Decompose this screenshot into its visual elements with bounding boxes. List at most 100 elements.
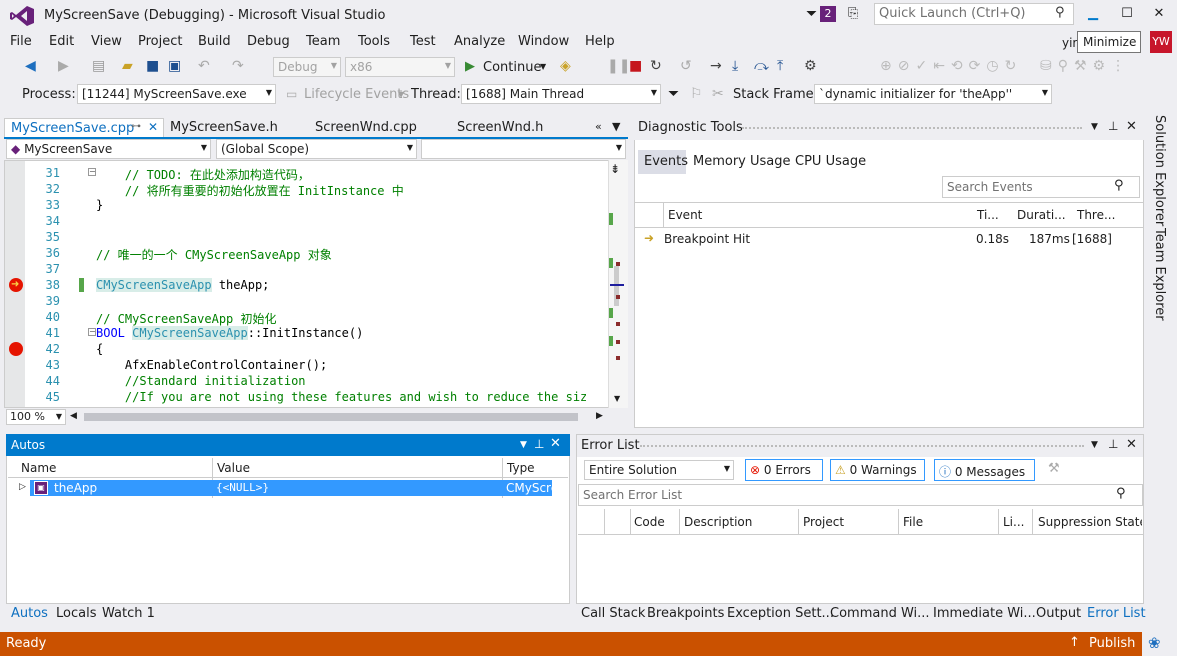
- horizontal-scrollbar[interactable]: [84, 413, 578, 421]
- code-line[interactable]: }: [96, 198, 103, 212]
- scroll-down-icon[interactable]: ▼: [614, 394, 620, 403]
- restart-icon[interactable]: ↻: [650, 58, 662, 74]
- continue-dropdown-icon[interactable]: ▼: [540, 62, 546, 71]
- column-value[interactable]: Value: [217, 461, 250, 475]
- scroll-right-icon[interactable]: ▶: [596, 411, 603, 421]
- thread-select[interactable]: [1688] Main Thread ▼: [461, 84, 661, 104]
- save-icon[interactable]: ■: [146, 58, 159, 74]
- search-icon[interactable]: ⚲: [1114, 178, 1124, 193]
- step-into-icon[interactable]: ⤓: [732, 58, 738, 74]
- menu-view[interactable]: View: [91, 34, 122, 49]
- code-line-current[interactable]: CMyScreenSaveApp theApp;: [96, 278, 269, 292]
- search-icon[interactable]: ⚲: [1055, 5, 1065, 20]
- minimize-button[interactable]: ▁: [1078, 2, 1108, 26]
- notification-badge[interactable]: 2: [820, 6, 836, 22]
- process-select[interactable]: [11244] MyScreenSave.exe ▼: [77, 84, 276, 104]
- tab-watch-1[interactable]: Watch 1: [102, 606, 155, 621]
- publish-button[interactable]: Publish: [1089, 636, 1135, 651]
- tab-memory-usage[interactable]: Memory Usage: [693, 154, 791, 169]
- apply-code-changes-icon[interactable]: ↺: [680, 58, 692, 74]
- column-file[interactable]: File: [903, 515, 923, 529]
- column-event[interactable]: Event: [668, 208, 702, 222]
- config-select[interactable]: Debug ▼: [273, 57, 341, 77]
- code-line[interactable]: AfxEnableControlContainer();: [96, 358, 327, 372]
- tab-screenwnd-cpp[interactable]: ScreenWnd.cpp: [309, 118, 423, 137]
- errors-filter-button[interactable]: ⊗ 0 Errors: [745, 459, 823, 481]
- tab-events[interactable]: Events: [644, 154, 688, 169]
- menu-team[interactable]: Team: [306, 34, 340, 49]
- close-icon[interactable]: ✕: [550, 436, 561, 451]
- tab-output[interactable]: Output: [1036, 606, 1081, 621]
- platform-select[interactable]: x86 ▼: [345, 57, 455, 77]
- menu-window[interactable]: Window: [518, 34, 569, 49]
- tab-exception-settings[interactable]: Exception Sett...: [727, 606, 834, 621]
- code-line[interactable]: // 将所有重要的初始化放置在 InitInstance 中: [96, 182, 404, 199]
- tab-locals[interactable]: Locals: [56, 606, 96, 621]
- avatar[interactable]: YW: [1150, 31, 1172, 53]
- flag-threads-icon[interactable]: ⚐: [690, 86, 703, 102]
- code-line[interactable]: BOOL CMyScreenSaveApp::InitInstance(): [96, 326, 363, 340]
- save-all-icon[interactable]: ▣: [168, 58, 181, 74]
- navigate-forward-icon[interactable]: ▶: [58, 58, 69, 74]
- column-suppression-state[interactable]: Suppression State: [1038, 515, 1142, 529]
- code-line[interactable]: //If you are not using these features an…: [96, 390, 586, 404]
- menu-project[interactable]: Project: [138, 34, 182, 49]
- column-name[interactable]: Name: [21, 461, 56, 475]
- table-row[interactable]: [30, 480, 552, 496]
- menu-debug[interactable]: Debug: [247, 34, 290, 49]
- attach-icon[interactable]: ◈: [560, 58, 571, 74]
- panel-dropdown-icon[interactable]: ▼: [1091, 440, 1098, 450]
- column-time[interactable]: Ti...: [977, 208, 999, 222]
- menu-file[interactable]: File: [10, 34, 32, 49]
- pin-icon[interactable]: ⊥: [534, 437, 544, 451]
- column-description[interactable]: Description: [684, 515, 752, 529]
- pin-icon[interactable]: ⊥: [1108, 437, 1118, 451]
- tab-breakpoints[interactable]: Breakpoints: [647, 606, 724, 621]
- tab-autos[interactable]: Autos: [11, 606, 48, 621]
- column-thread[interactable]: Thre...: [1077, 208, 1115, 222]
- tab-screenwnd-h[interactable]: ScreenWnd.h: [451, 118, 549, 137]
- tab-myscreensave-h[interactable]: MyScreenSave.h: [164, 118, 284, 137]
- search-error-list-input[interactable]: Search Error List: [578, 484, 1143, 506]
- tab-command-window[interactable]: Command Wi...: [830, 606, 930, 621]
- expand-icon[interactable]: ▷: [19, 482, 26, 492]
- code-line[interactable]: // 唯一的一个 CMyScreenSaveApp 对象: [96, 246, 332, 263]
- code-line[interactable]: {: [96, 342, 103, 356]
- toggle-threads-icon[interactable]: ✂: [712, 86, 724, 102]
- menu-tools[interactable]: Tools: [358, 34, 390, 49]
- code-line[interactable]: // CMyScreenSaveApp 初始化: [96, 310, 277, 327]
- break-all-icon[interactable]: ❚❚: [607, 58, 630, 74]
- column-project[interactable]: Project: [803, 515, 844, 529]
- build-filter-icon[interactable]: ⚒: [1048, 461, 1060, 476]
- drag-grip[interactable]: [742, 127, 1082, 131]
- stack-frame-select[interactable]: `dynamic initializer for 'theApp'' ▼: [814, 84, 1052, 104]
- new-project-icon[interactable]: ▤: [92, 58, 105, 74]
- tab-immediate-window[interactable]: Immediate Wi...: [933, 606, 1036, 621]
- step-out-icon[interactable]: ⤒: [777, 58, 783, 74]
- error-scope-select[interactable]: Entire Solution ▼: [584, 460, 734, 480]
- undo-icon[interactable]: ↶: [198, 58, 210, 74]
- zoom-select[interactable]: 100 % ▼: [6, 409, 66, 425]
- column-code[interactable]: Code: [634, 515, 665, 529]
- column-type[interactable]: Type: [507, 461, 535, 475]
- show-next-statement-icon[interactable]: →: [710, 58, 722, 74]
- tab-error-list[interactable]: Error List: [1087, 606, 1146, 621]
- pin-icon[interactable]: ⊥: [1108, 119, 1118, 133]
- column-line[interactable]: Li...: [1003, 515, 1024, 529]
- close-icon[interactable]: ✕: [1126, 437, 1137, 452]
- global-scope-select[interactable]: (Global Scope) ▼: [216, 139, 417, 159]
- drag-grip[interactable]: [640, 445, 1084, 449]
- team-explorer-tab[interactable]: Team Explorer: [1152, 228, 1167, 321]
- publish-icon[interactable]: ↑: [1069, 635, 1080, 650]
- maximize-button[interactable]: ☐: [1112, 2, 1142, 26]
- feedback-icon[interactable]: ⎘: [848, 6, 858, 21]
- warnings-filter-button[interactable]: ⚠ 0 Warnings: [830, 459, 925, 481]
- scrollbar-thumb[interactable]: [614, 266, 619, 306]
- breakpoint-icon[interactable]: [9, 342, 23, 356]
- scroll-tabs-icon[interactable]: «: [595, 120, 602, 133]
- scroll-left-icon[interactable]: ◀: [70, 411, 77, 421]
- menu-edit[interactable]: Edit: [49, 34, 74, 49]
- stop-debugging-icon[interactable]: ■: [629, 58, 642, 74]
- open-file-icon[interactable]: ▰: [122, 58, 133, 74]
- paw-feedback-icon[interactable]: ❀: [1148, 634, 1161, 652]
